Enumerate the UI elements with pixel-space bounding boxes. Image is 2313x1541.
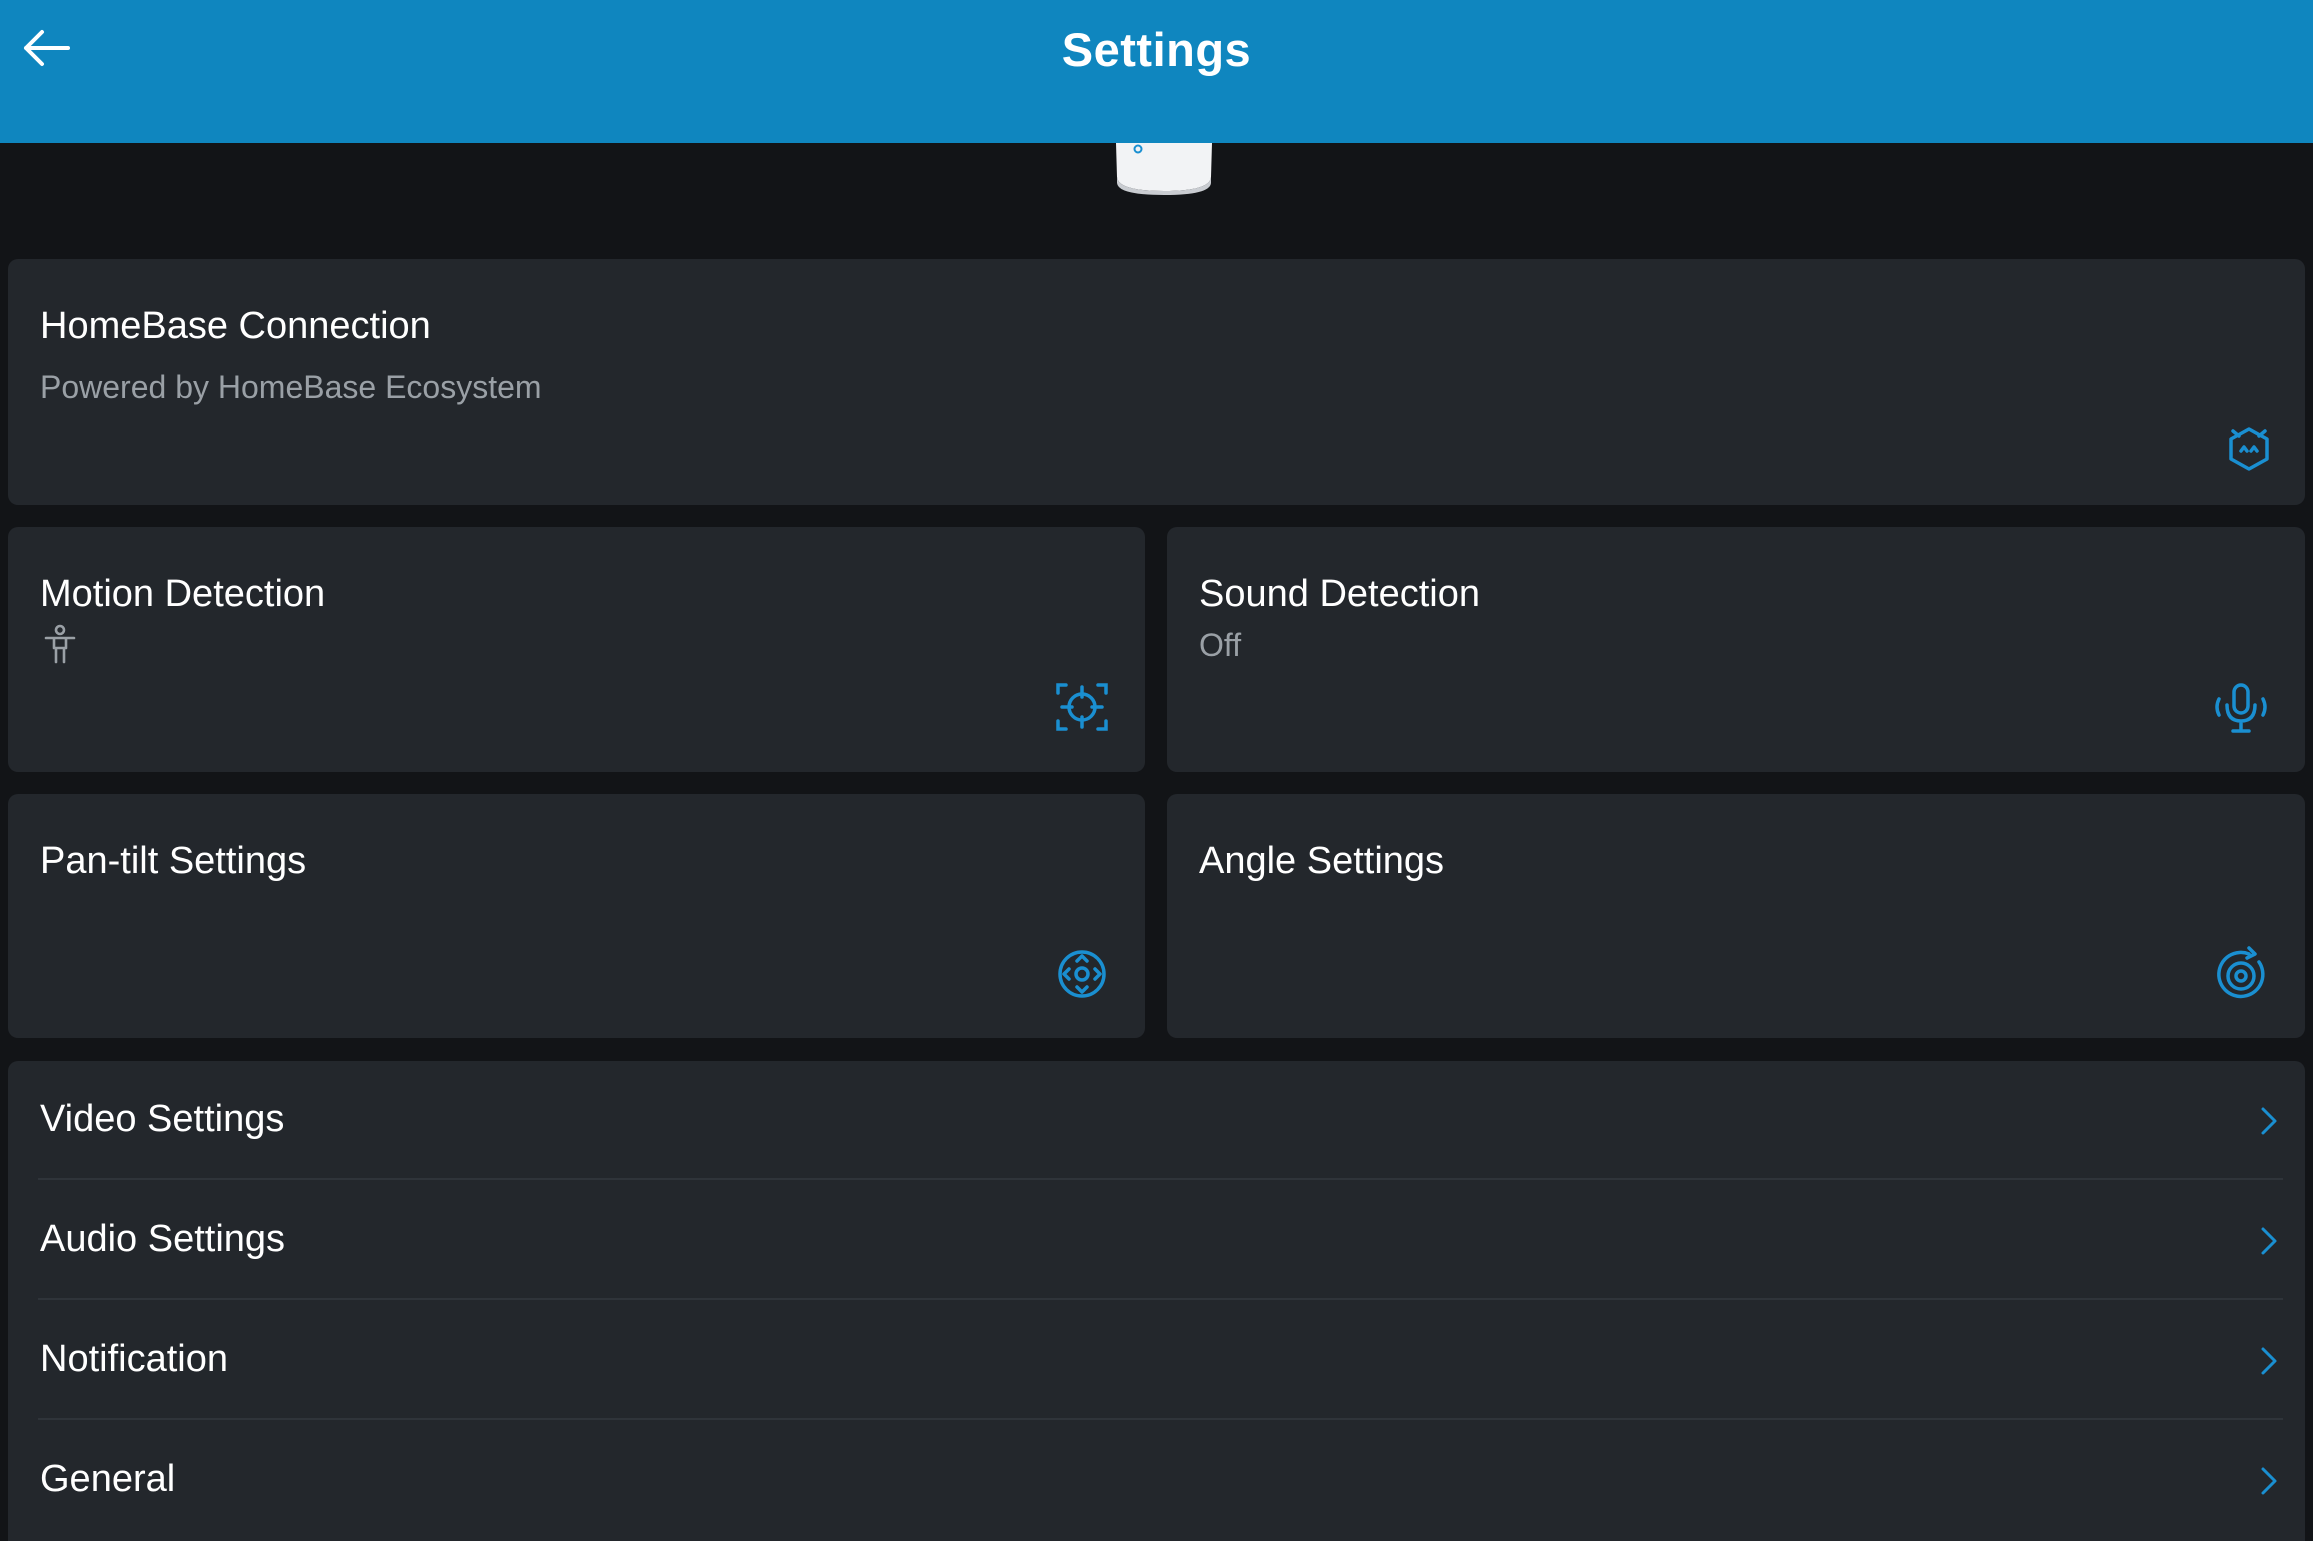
homebase-robot-icon: [2229, 427, 2269, 471]
pan-tilt-dpad-icon: [1058, 950, 1106, 998]
sound-detection-card[interactable]: Sound Detection Off: [1167, 527, 2305, 772]
angle-rotate-icon: [2217, 946, 2265, 999]
pan-tilt-settings-card[interactable]: Pan-tilt Settings: [8, 794, 1145, 1038]
homebase-connection-card[interactable]: HomeBase Connection Powered by HomeBase …: [8, 259, 2305, 505]
list-item-label: Video Settings: [40, 1098, 285, 1140]
page-title: Settings: [1061, 23, 1252, 76]
top-app-bar: Settings: [0, 0, 2313, 143]
motion-target-icon: [1056, 683, 1108, 731]
list-item-notification[interactable]: Notification: [8, 1301, 2305, 1421]
list-item-label: Audio Settings: [40, 1218, 286, 1260]
list-item-general[interactable]: General: [8, 1421, 2305, 1541]
settings-list: Video Settings Audio Settings Notificati…: [8, 1061, 2305, 1541]
list-item-label: Notification: [40, 1338, 228, 1380]
pan-tilt-settings-title: Pan-tilt Settings: [40, 840, 307, 882]
homebase-connection-title: HomeBase Connection: [40, 305, 431, 347]
list-item-label: General: [40, 1458, 176, 1500]
chevron-right-icon: [2261, 1467, 2277, 1495]
homebase-connection-subtitle: Powered by HomeBase Ecosystem: [40, 369, 542, 405]
motion-detection-title: Motion Detection: [40, 573, 326, 615]
sound-detection-status: Off: [1199, 627, 1242, 663]
chevron-right-icon: [2261, 1347, 2277, 1375]
chevron-right-icon: [2261, 1227, 2277, 1255]
camera-device-image: [1112, 143, 1216, 195]
motion-detection-card[interactable]: Motion Detection: [8, 527, 1145, 772]
list-item-audio-settings[interactable]: Audio Settings: [8, 1181, 2305, 1301]
sound-detection-title: Sound Detection: [1199, 573, 1480, 615]
divider: [38, 1298, 2283, 1300]
list-item-video-settings[interactable]: Video Settings: [8, 1061, 2305, 1181]
angle-settings-title: Angle Settings: [1199, 840, 1445, 882]
microphone-waves-icon: [2215, 683, 2267, 733]
angle-settings-card[interactable]: Angle Settings: [1167, 794, 2305, 1038]
divider: [38, 1418, 2283, 1420]
chevron-right-icon: [2261, 1107, 2277, 1135]
divider: [38, 1178, 2283, 1180]
human-figure-icon: [44, 624, 76, 664]
